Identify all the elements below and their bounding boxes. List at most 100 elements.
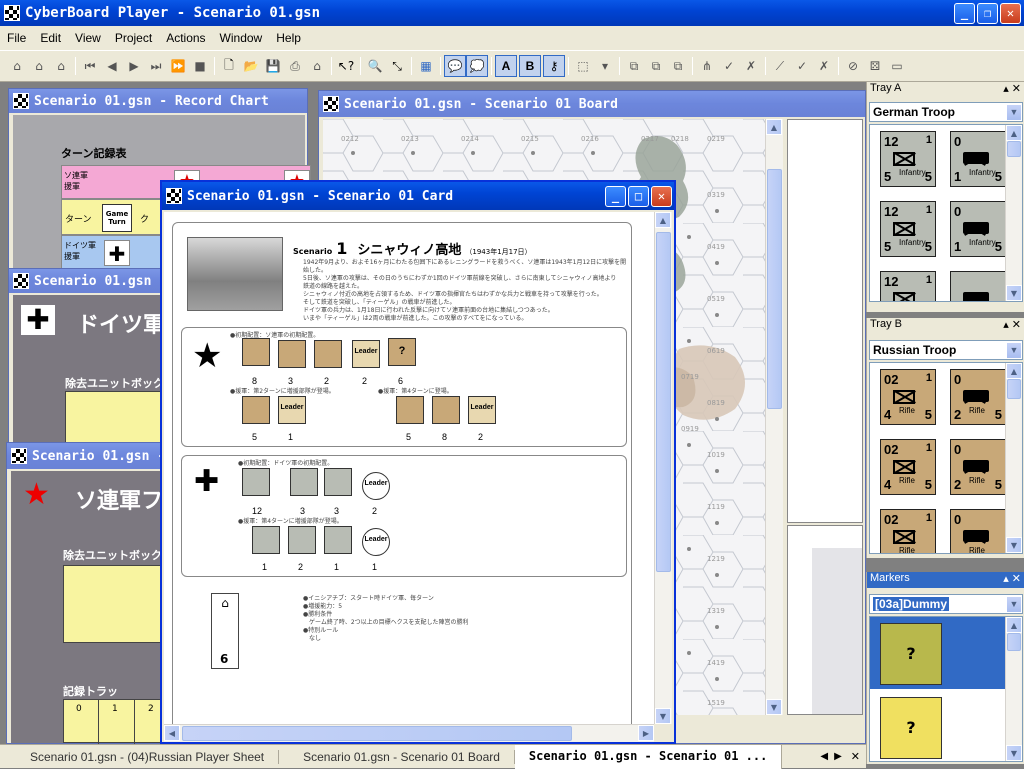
menu-view[interactable]: View (68, 31, 108, 45)
dice-icon[interactable]: ⚄ (864, 55, 886, 77)
minimize-icon[interactable]: _ (954, 2, 975, 24)
menu-project[interactable]: Project (108, 31, 159, 45)
scroll-down-icon[interactable]: ▼ (1006, 745, 1022, 761)
card-hscroll[interactable]: ◀ ▶ (164, 724, 654, 742)
markers-vscroll[interactable]: ▲ ▼ (1005, 617, 1022, 761)
chevron-down-icon[interactable]: ▼ (1006, 341, 1022, 359)
card-titlebar[interactable]: Scenario 01.gsn - Scenario 01 Card _ □ ✕ (162, 182, 674, 210)
scroll-down-icon[interactable]: ▼ (1006, 537, 1022, 553)
open-folder-icon[interactable]: 📂 (240, 55, 262, 77)
group-icon[interactable]: ⧉ (623, 55, 645, 77)
plot-check-icon[interactable]: ✓ (718, 55, 740, 77)
move-icon[interactable]: ⌂ (306, 55, 328, 77)
tab-russian-player-sheet[interactable]: Scenario 01.gsn - (04)Russian Player She… (0, 749, 280, 764)
scroll-thumb[interactable] (1007, 379, 1021, 399)
prev-move-icon[interactable]: ◀ (101, 55, 123, 77)
scroll-right-icon[interactable]: ▶ (638, 725, 654, 741)
restore-icon[interactable]: ❐ (977, 2, 998, 24)
record-chart-titlebar[interactable]: Scenario 01.gsn - Record Chart (9, 89, 307, 113)
scroll-left-icon[interactable]: ◀ (164, 725, 180, 741)
scroll-thumb[interactable] (182, 726, 572, 741)
text-b-button[interactable]: B (519, 55, 541, 77)
draw-cancel-icon[interactable]: ✗ (813, 55, 835, 77)
marker-item-selected[interactable]: ? (870, 617, 1005, 689)
infantry-counter[interactable]: 02 1 4 5 Rifle (880, 439, 936, 495)
ungroup-icon[interactable]: ⧉ (645, 55, 667, 77)
tab-scenario-card[interactable]: Scenario 01.gsn - Scenario 01 ... (514, 744, 783, 769)
plot-icon[interactable]: ⋔ (696, 55, 718, 77)
help-pointer-icon[interactable]: ↖? (335, 55, 357, 77)
tray-a-list[interactable]: 12 1 5 5 Infantry 0 1 5 Infantry 12 1 5 5 Infantry 0 1 5… (869, 124, 1023, 302)
dropdown-arrow-icon[interactable]: ▾ (594, 55, 616, 77)
tray-b-list[interactable]: 02 1 4 5 Rifle 0 2 5 Rifle 02 1 4 5 Rifle 0 2 5 Rifle 02 1 R… (869, 362, 1023, 554)
menu-file[interactable]: File (0, 31, 33, 45)
scale-icon[interactable]: ⤡ (386, 55, 408, 77)
board-overview[interactable] (787, 119, 863, 523)
vehicle-counter[interactable]: 0 2 5 Rifle (950, 439, 1006, 495)
card-window[interactable]: Scenario 01.gsn - Scenario 01 Card _ □ ✕… (160, 180, 676, 744)
vehicle-counter[interactable] (950, 271, 1006, 301)
shuffle-icon[interactable]: ⧉ (667, 55, 689, 77)
minimize-icon[interactable]: _ (605, 185, 626, 207)
print-icon[interactable]: ⎙ (284, 55, 306, 77)
markers-list[interactable]: ? ? ▲ ▼ (869, 616, 1023, 762)
tray-b-vscroll[interactable]: ▲ ▼ (1005, 363, 1022, 553)
plot-cancel-icon[interactable]: ✗ (740, 55, 762, 77)
close-icon[interactable]: ✕ (1000, 2, 1021, 24)
pane-buttons[interactable]: ▴ ✕ (1003, 318, 1021, 334)
menu-window[interactable]: Window (213, 31, 270, 45)
fast-forward-icon[interactable]: ⏩ (167, 55, 189, 77)
dummy-marker[interactable]: ? (880, 697, 942, 759)
unlock-icon[interactable]: ⌂ (50, 55, 72, 77)
scroll-up-icon[interactable]: ▲ (1006, 617, 1022, 633)
scroll-thumb[interactable] (656, 232, 671, 572)
stop-icon[interactable]: ■ (189, 55, 211, 77)
pane-buttons[interactable]: ▴ ✕ (1003, 82, 1021, 98)
draw-check-icon[interactable]: ✓ (791, 55, 813, 77)
chat-help-icon[interactable]: 💭 (466, 55, 488, 77)
menu-actions[interactable]: Actions (159, 31, 212, 45)
tray-a-select[interactable]: German Troop ▼ (869, 102, 1023, 122)
zoom-icon[interactable]: 🔍 (364, 55, 386, 77)
board-overview-map[interactable] (787, 525, 863, 715)
infantry-counter[interactable]: 12 1 5 5 Infantry (880, 201, 936, 257)
scroll-down-icon[interactable]: ▼ (1006, 285, 1022, 301)
infantry-counter[interactable]: 12 1 5 5 Infantry (880, 131, 936, 187)
window-icon[interactable]: ▭ (886, 55, 908, 77)
stack-icon[interactable]: ⬚ (572, 55, 594, 77)
tray-a-vscroll[interactable]: ▲ ▼ (1005, 125, 1022, 301)
infantry-counter[interactable]: 02 1 4 5 Rifle (880, 369, 936, 425)
pane-buttons[interactable]: ▴ ✕ (1003, 572, 1021, 588)
scroll-up-icon[interactable]: ▲ (766, 119, 782, 135)
maximize-icon[interactable]: □ (628, 185, 649, 207)
chat-icon[interactable]: 💬 (444, 55, 466, 77)
infantry-counter[interactable]: 02 1 Rifle (880, 509, 936, 553)
markers-select[interactable]: [03a]Dummy ▼ (869, 594, 1023, 614)
tab-scenario-board[interactable]: Scenario 01.gsn - Scenario 01 Board (279, 749, 515, 764)
vehicle-counter[interactable]: 0 2 5 Rifle (950, 369, 1006, 425)
tray-b-select[interactable]: Russian Troop ▼ (869, 340, 1023, 360)
close-icon[interactable]: ✕ (651, 185, 672, 207)
menu-edit[interactable]: Edit (33, 31, 68, 45)
tab-nav-next-icon[interactable]: ▶ (831, 751, 845, 762)
scroll-up-icon[interactable]: ▲ (655, 212, 671, 228)
dummy-marker[interactable]: ? (880, 623, 942, 685)
tab-nav-prev-icon[interactable]: ◀ (817, 751, 831, 762)
eye-icon[interactable]: ⊘ (842, 55, 864, 77)
vehicle-counter[interactable]: 0 1 5 Infantry (950, 131, 1006, 187)
vehicle-counter[interactable]: 0 1 5 Infantry (950, 201, 1006, 257)
board-vscroll[interactable]: ▲ ▼ (765, 119, 783, 715)
next-move-icon[interactable]: ▶ (123, 55, 145, 77)
card-vscroll[interactable]: ▲ ▼ (654, 212, 672, 724)
chevron-down-icon[interactable]: ▼ (1006, 103, 1022, 121)
key-icon[interactable]: ⚷ (543, 55, 565, 77)
draw-line-icon[interactable]: ⟋ (769, 55, 791, 77)
text-a-button[interactable]: A (495, 55, 517, 77)
infantry-counter[interactable]: 12 1 (880, 271, 936, 301)
save-icon[interactable]: 💾 (262, 55, 284, 77)
menu-help[interactable]: Help (269, 31, 308, 45)
lock-icon[interactable]: ⌂ (6, 55, 28, 77)
scroll-up-icon[interactable]: ▲ (1006, 363, 1022, 379)
scroll-up-icon[interactable]: ▲ (1006, 125, 1022, 141)
lock-all-icon[interactable]: ⌂ (28, 55, 50, 77)
